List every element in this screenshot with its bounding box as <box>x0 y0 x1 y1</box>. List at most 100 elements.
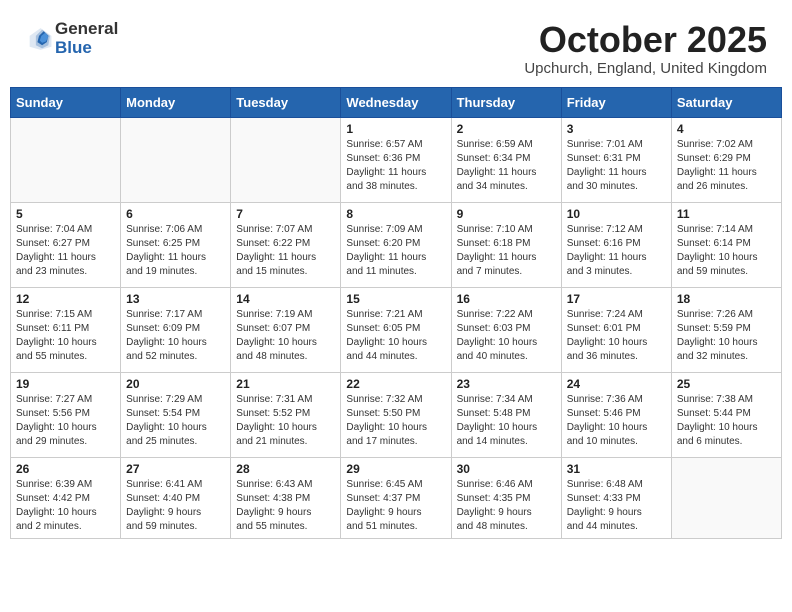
day-info: Sunrise: 7:26 AMSunset: 5:59 PMDaylight:… <box>677 308 776 364</box>
day-info: Sunrise: 6:46 AMSunset: 4:35 PMDaylight:… <box>457 478 556 534</box>
day-info: Sunrise: 7:10 AMSunset: 6:18 PMDaylight:… <box>457 223 556 279</box>
day-info: Sunrise: 7:31 AMSunset: 5:52 PMDaylight:… <box>236 393 335 449</box>
logo-text: General Blue <box>55 20 118 57</box>
day-number: 16 <box>457 292 556 306</box>
calendar-cell: 13Sunrise: 7:17 AMSunset: 6:09 PMDayligh… <box>121 287 231 372</box>
day-number: 30 <box>457 462 556 476</box>
calendar: SundayMondayTuesdayWednesdayThursdayFrid… <box>10 87 782 539</box>
day-info: Sunrise: 7:29 AMSunset: 5:54 PMDaylight:… <box>126 393 225 449</box>
day-info: Sunrise: 7:01 AMSunset: 6:31 PMDaylight:… <box>567 138 666 194</box>
calendar-cell: 26Sunrise: 6:39 AMSunset: 4:42 PMDayligh… <box>11 457 121 538</box>
calendar-cell <box>11 117 121 202</box>
day-number: 5 <box>16 207 115 221</box>
day-number: 1 <box>346 122 445 136</box>
day-info: Sunrise: 7:07 AMSunset: 6:22 PMDaylight:… <box>236 223 335 279</box>
day-info: Sunrise: 6:45 AMSunset: 4:37 PMDaylight:… <box>346 478 445 534</box>
page-header: General Blue October 2025 Upchurch, Engl… <box>10 10 782 82</box>
calendar-cell: 10Sunrise: 7:12 AMSunset: 6:16 PMDayligh… <box>561 202 671 287</box>
calendar-cell: 23 Sunrise: 7:34 AMSunset: 5:48 PMDayligh… <box>451 372 561 457</box>
calendar-header-row: SundayMondayTuesdayWednesdayThursdayFrid… <box>11 87 782 117</box>
day-info: Sunrise: 6:48 AMSunset: 4:33 PMDaylight:… <box>567 478 666 534</box>
day-info: Sunrise: 7:04 AMSunset: 6:27 PMDaylight:… <box>16 223 115 279</box>
calendar-week-4: 19 Sunrise: 7:27 AMSunset: 5:56 PMDayligh… <box>11 372 782 457</box>
day-info: Sunrise: 7:15 AMSunset: 6:11 PMDaylight:… <box>16 308 115 364</box>
day-number: 12 <box>16 292 115 306</box>
col-header-tuesday: Tuesday <box>231 87 341 117</box>
calendar-cell: 3 Sunrise: 7:01 AMSunset: 6:31 PMDaylight… <box>561 117 671 202</box>
day-number: 6 <box>126 207 225 221</box>
day-info: Sunrise: 7:21 AMSunset: 6:05 PMDaylight:… <box>346 308 445 364</box>
day-info: Sunrise: 7:32 AMSunset: 5:50 PMDaylight:… <box>346 393 445 449</box>
day-info: Sunrise: 7:09 AMSunset: 6:20 PMDaylight:… <box>346 223 445 279</box>
calendar-week-2: 5 Sunrise: 7:04 AMSunset: 6:27 PMDaylight… <box>11 202 782 287</box>
day-info: Sunrise: 7:38 AMSunset: 5:44 PMDaylight:… <box>677 393 776 449</box>
day-number: 15 <box>346 292 445 306</box>
col-header-sunday: Sunday <box>11 87 121 117</box>
title-block: October 2025 Upchurch, England, United K… <box>524 20 767 77</box>
col-header-thursday: Thursday <box>451 87 561 117</box>
calendar-cell: 29Sunrise: 6:45 AMSunset: 4:37 PMDayligh… <box>341 457 451 538</box>
calendar-cell: 5 Sunrise: 7:04 AMSunset: 6:27 PMDaylight… <box>11 202 121 287</box>
day-number: 26 <box>16 462 115 476</box>
day-number: 7 <box>236 207 335 221</box>
calendar-cell: 18 Sunrise: 7:26 AMSunset: 5:59 PMDayligh… <box>671 287 781 372</box>
calendar-cell: 19 Sunrise: 7:27 AMSunset: 5:56 PMDayligh… <box>11 372 121 457</box>
calendar-cell: 6 Sunrise: 7:06 AMSunset: 6:25 PMDaylight… <box>121 202 231 287</box>
calendar-cell: 31Sunrise: 6:48 AMSunset: 4:33 PMDayligh… <box>561 457 671 538</box>
calendar-cell: 25 Sunrise: 7:38 AMSunset: 5:44 PMDayligh… <box>671 372 781 457</box>
calendar-cell: 16Sunrise: 7:22 AMSunset: 6:03 PMDayligh… <box>451 287 561 372</box>
day-info: Sunrise: 7:14 AMSunset: 6:14 PMDaylight:… <box>677 223 776 279</box>
day-info: Sunrise: 7:02 AMSunset: 6:29 PMDaylight:… <box>677 138 776 194</box>
day-info: Sunrise: 7:19 AMSunset: 6:07 PMDaylight:… <box>236 308 335 364</box>
day-number: 22 <box>346 377 445 391</box>
col-header-friday: Friday <box>561 87 671 117</box>
calendar-cell: 2 Sunrise: 6:59 AMSunset: 6:34 PMDaylight… <box>451 117 561 202</box>
day-number: 28 <box>236 462 335 476</box>
day-info: Sunrise: 7:36 AMSunset: 5:46 PMDaylight:… <box>567 393 666 449</box>
logo-icon <box>25 25 53 53</box>
calendar-cell: 17Sunrise: 7:24 AMSunset: 6:01 PMDayligh… <box>561 287 671 372</box>
calendar-cell: 1 Sunrise: 6:57 AMSunset: 6:36 PMDaylight… <box>341 117 451 202</box>
day-number: 21 <box>236 377 335 391</box>
day-number: 25 <box>677 377 776 391</box>
calendar-cell: 30 Sunrise: 6:46 AMSunset: 4:35 PMDayligh… <box>451 457 561 538</box>
day-number: 4 <box>677 122 776 136</box>
calendar-cell: 22 Sunrise: 7:32 AMSunset: 5:50 PMDayligh… <box>341 372 451 457</box>
day-info: Sunrise: 6:57 AMSunset: 6:36 PMDaylight:… <box>346 138 445 194</box>
calendar-cell: 11Sunrise: 7:14 AMSunset: 6:14 PMDayligh… <box>671 202 781 287</box>
location: Upchurch, England, United Kingdom <box>524 60 767 77</box>
day-info: Sunrise: 7:27 AMSunset: 5:56 PMDaylight:… <box>16 393 115 449</box>
calendar-cell: 4 Sunrise: 7:02 AMSunset: 6:29 PMDaylight… <box>671 117 781 202</box>
calendar-cell: 8 Sunrise: 7:09 AMSunset: 6:20 PMDaylight… <box>341 202 451 287</box>
calendar-cell: 15 Sunrise: 7:21 AMSunset: 6:05 PMDayligh… <box>341 287 451 372</box>
calendar-cell: 9 Sunrise: 7:10 AMSunset: 6:18 PMDaylight… <box>451 202 561 287</box>
calendar-cell: 12 Sunrise: 7:15 AMSunset: 6:11 PMDayligh… <box>11 287 121 372</box>
day-number: 9 <box>457 207 556 221</box>
day-number: 17 <box>567 292 666 306</box>
calendar-cell: 20Sunrise: 7:29 AMSunset: 5:54 PMDayligh… <box>121 372 231 457</box>
day-number: 18 <box>677 292 776 306</box>
day-number: 2 <box>457 122 556 136</box>
day-number: 19 <box>16 377 115 391</box>
calendar-cell <box>231 117 341 202</box>
day-number: 8 <box>346 207 445 221</box>
day-info: Sunrise: 6:59 AMSunset: 6:34 PMDaylight:… <box>457 138 556 194</box>
day-info: Sunrise: 7:34 AMSunset: 5:48 PMDaylight:… <box>457 393 556 449</box>
calendar-cell: 7 Sunrise: 7:07 AMSunset: 6:22 PMDaylight… <box>231 202 341 287</box>
day-number: 24 <box>567 377 666 391</box>
day-number: 13 <box>126 292 225 306</box>
day-info: Sunrise: 7:06 AMSunset: 6:25 PMDaylight:… <box>126 223 225 279</box>
day-info: Sunrise: 6:41 AMSunset: 4:40 PMDaylight:… <box>126 478 225 534</box>
month-title: October 2025 <box>524 20 767 60</box>
day-number: 23 <box>457 377 556 391</box>
col-header-monday: Monday <box>121 87 231 117</box>
calendar-cell: 14Sunrise: 7:19 AMSunset: 6:07 PMDayligh… <box>231 287 341 372</box>
day-info: Sunrise: 7:12 AMSunset: 6:16 PMDaylight:… <box>567 223 666 279</box>
calendar-cell <box>121 117 231 202</box>
calendar-week-3: 12 Sunrise: 7:15 AMSunset: 6:11 PMDayligh… <box>11 287 782 372</box>
calendar-cell: 27Sunrise: 6:41 AMSunset: 4:40 PMDayligh… <box>121 457 231 538</box>
logo: General Blue <box>25 20 118 57</box>
calendar-week-1: 1 Sunrise: 6:57 AMSunset: 6:36 PMDaylight… <box>11 117 782 202</box>
calendar-cell: 28Sunrise: 6:43 AMSunset: 4:38 PMDayligh… <box>231 457 341 538</box>
day-number: 3 <box>567 122 666 136</box>
